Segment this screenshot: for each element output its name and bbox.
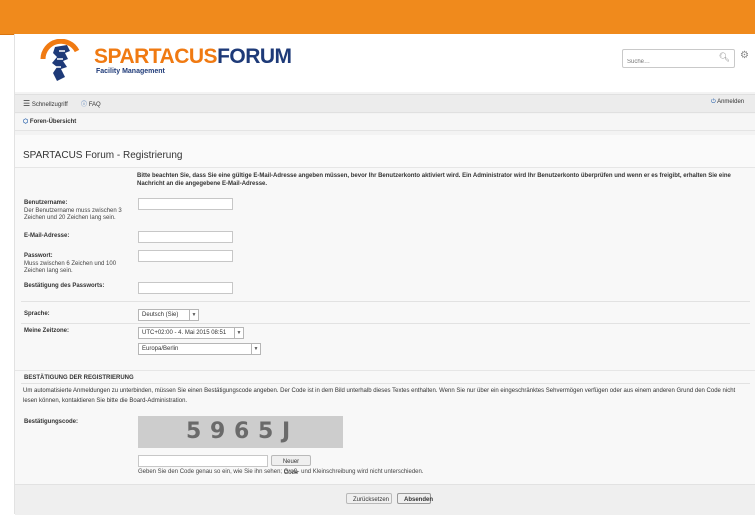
captcha-char: 9	[210, 419, 226, 444]
divider	[21, 383, 750, 384]
email-label: E-Mail-Adresse:	[24, 233, 70, 239]
divider	[21, 301, 750, 302]
captcha-input[interactable]	[138, 455, 268, 467]
captcha-image: 5 9 6 5 J	[138, 416, 343, 448]
page-title: SPARTACUS Forum - Registrierung	[23, 150, 183, 161]
breadcrumb: ⬡ Foren-Übersicht	[15, 114, 755, 131]
new-code-button[interactable]: Neuer Code	[271, 455, 311, 476]
divider	[21, 323, 750, 324]
home-icon: ⬡	[23, 119, 29, 125]
submit-button[interactable]: Absenden	[397, 493, 433, 504]
captcha-char: J	[282, 419, 291, 444]
region-value: Europa/Berlin	[142, 346, 179, 352]
language-value: Deutsch (Sie)	[142, 312, 179, 318]
username-label: Benutzername:	[24, 200, 68, 206]
chevron-down-icon: ▼	[189, 310, 198, 320]
confirm-password-label: Bestätigung des Passworts:	[24, 283, 105, 289]
gear-icon[interactable]: ⚙	[740, 50, 749, 61]
registration-notice: Bitte beachten Sie, dass Sie eine gültig…	[137, 173, 731, 187]
nav-bar: ☰ Schnellzugriff ⓘ FAQ ⏻ Anmelden	[15, 94, 755, 113]
search-input[interactable]	[623, 54, 717, 70]
top-banner	[0, 0, 755, 35]
captcha-instruction: Geben Sie den Code genau so ein, wie Sie…	[138, 469, 424, 475]
brand-name[interactable]: SPARTACUSFORUM	[94, 45, 292, 69]
username-input[interactable]	[138, 198, 233, 210]
language-select[interactable]: Deutsch (Sie) ▼	[138, 309, 199, 321]
hamburger-icon: ☰	[23, 99, 31, 108]
search-icon[interactable]: 🔍︎	[719, 52, 730, 63]
password-input[interactable]	[138, 250, 233, 262]
faq-link[interactable]: ⓘ FAQ	[81, 99, 101, 108]
reset-button[interactable]: Zurücksetzen	[346, 493, 392, 504]
timezone-label: Meine Zeitzone:	[24, 328, 70, 334]
site-header: SPARTACUSFORUM Facility Management 🔍︎ ⚙	[15, 34, 755, 92]
registration-form: Bitte beachten Sie, dass Sie eine gültig…	[15, 167, 755, 370]
captcha-section: BESTÄTIGUNG DER REGISTRIERUNG Um automat…	[15, 370, 755, 485]
chevron-down-icon: ▼	[234, 328, 243, 338]
spartacus-logo-icon[interactable]	[37, 39, 85, 85]
search-box: 🔍︎	[622, 49, 735, 70]
breadcrumb-home-label: Foren-Übersicht	[29, 119, 77, 125]
captcha-code-label: Bestätigungscode:	[24, 419, 79, 425]
timezone-select[interactable]: UTC+02:00 - 4. Mai 2015 08:51 ▼	[138, 327, 244, 339]
chevron-down-icon: ▼	[251, 344, 260, 354]
language-label: Sprache:	[24, 311, 50, 317]
timezone-value: UTC+02:00 - 4. Mai 2015 08:51	[142, 330, 227, 336]
question-icon: ⓘ	[81, 102, 88, 108]
brand-primary: SPARTACUS	[94, 45, 218, 68]
captcha-char: 5	[258, 419, 274, 444]
forum-page: SPARTACUSFORUM Facility Management 🔍︎ ⚙ …	[14, 34, 755, 515]
brand-tagline: Facility Management	[96, 68, 165, 75]
captcha-description: Um automatisierte Anmeldungen zu unterbi…	[23, 388, 736, 404]
login-link[interactable]: ⏻ Anmelden	[711, 99, 744, 106]
quicklinks-menu[interactable]: ☰ Schnellzugriff	[23, 99, 68, 108]
quicklinks-label: Schnellzugriff	[31, 102, 68, 108]
captcha-section-title: BESTÄTIGUNG DER REGISTRIERUNG	[24, 375, 134, 381]
password-hint: Muss zwischen 6 Zeichen und 100 Zeichen …	[24, 261, 117, 274]
login-label: Anmelden	[717, 99, 745, 105]
confirm-password-input[interactable]	[138, 282, 233, 294]
captcha-char: 5	[186, 419, 202, 444]
password-label: Passwort:	[24, 253, 53, 259]
breadcrumb-home[interactable]: ⬡ Foren-Übersicht	[23, 118, 76, 125]
brand-secondary: FORUM	[217, 45, 292, 68]
email-input[interactable]	[138, 231, 233, 243]
region-select[interactable]: Europa/Berlin ▼	[138, 343, 261, 355]
form-actions: Zurücksetzen Absenden	[15, 484, 755, 515]
username-hint: Der Benutzername muss zwischen 3 Zeichen…	[24, 208, 122, 221]
faq-label: FAQ	[88, 102, 101, 108]
power-icon: ⏻	[711, 99, 716, 105]
captcha-char: 6	[234, 419, 250, 444]
